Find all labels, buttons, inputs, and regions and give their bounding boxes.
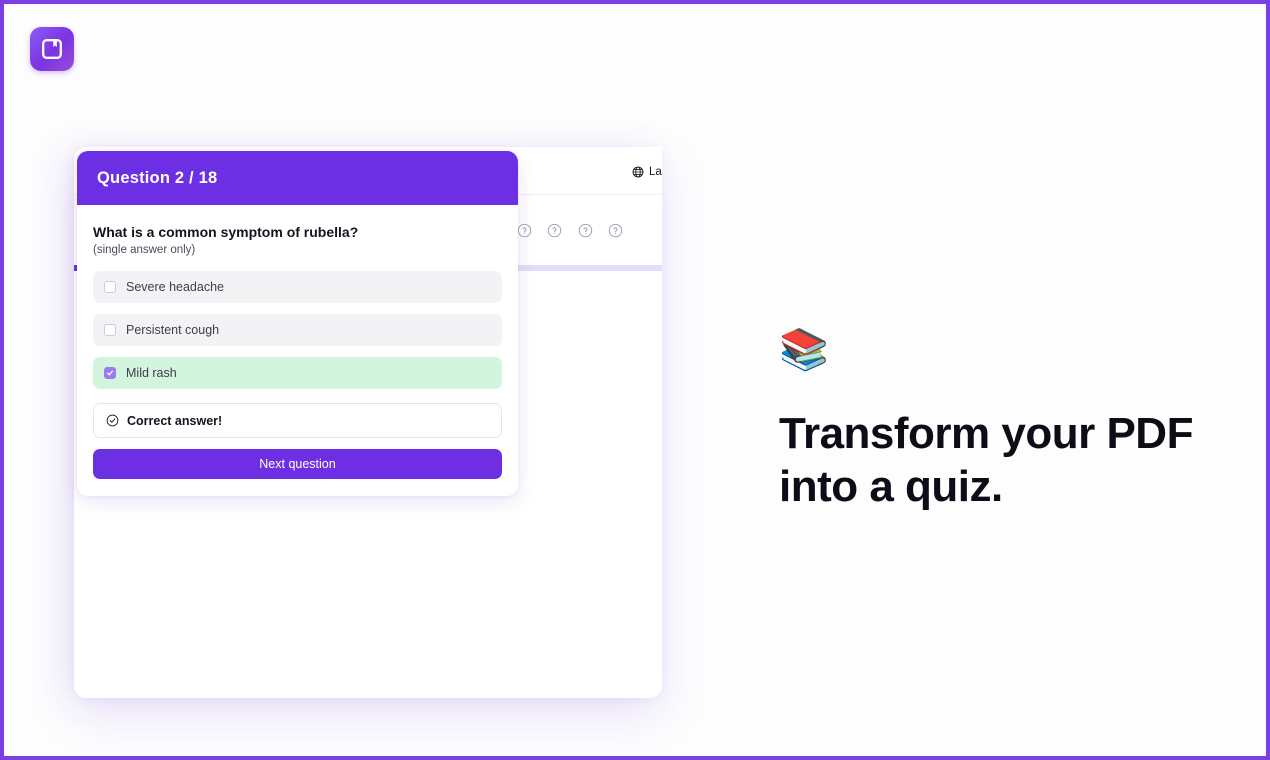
question-counter: Question 2 / 18 — [97, 168, 218, 187]
question-dot-pending[interactable] — [546, 222, 563, 239]
language-label: Lan — [649, 166, 662, 178]
circle-check-icon — [106, 414, 119, 427]
books-emoji-icon: 📚 — [779, 328, 829, 372]
checkbox-unchecked-icon[interactable] — [104, 281, 116, 294]
hero-heading: Transform your PDF into a quiz. — [779, 408, 1219, 514]
globe-icon — [632, 166, 644, 178]
page-root: Lan — [0, 0, 1270, 760]
next-question-button[interactable]: Next question — [93, 449, 502, 480]
quiz-card-header: Question 2 / 18 — [77, 151, 518, 205]
answer-option[interactable]: Persistent cough — [93, 314, 502, 347]
quiz-card-body: What is a common symptom of rubella? (si… — [77, 205, 518, 496]
question-hint: (single answer only) — [93, 244, 196, 257]
question-dot-pending[interactable] — [577, 222, 594, 239]
hero-heading-line-2: into a quiz. — [779, 461, 1003, 511]
answer-feedback-text: Correct answer! — [127, 413, 223, 428]
question-prompt: What is a common symptom of rubella? — [93, 224, 359, 240]
app-logo[interactable] — [30, 27, 74, 71]
answer-option-correct[interactable]: Mild rash — [93, 357, 502, 390]
hero-heading-line-1: Transform your PDF — [779, 409, 1193, 458]
book-bookmark-icon — [40, 37, 64, 61]
answer-option[interactable]: Severe headache — [93, 271, 502, 304]
checkbox-unchecked-icon[interactable] — [104, 324, 116, 337]
answer-option-label: Mild rash — [126, 366, 177, 381]
checkbox-checked-icon[interactable] — [104, 367, 116, 380]
answer-feedback-banner: Correct answer! — [93, 403, 502, 439]
question-dot-pending[interactable] — [607, 222, 624, 239]
hero-section: 📚 Transform your PDF into a quiz. — [779, 330, 1219, 514]
question-dot-pending[interactable] — [516, 222, 533, 239]
answer-option-label: Severe headache — [126, 280, 224, 295]
answer-option-label: Persistent cough — [126, 323, 220, 338]
language-switcher[interactable]: Lan — [632, 166, 662, 178]
quiz-card: Question 2 / 18 What is a common symptom… — [77, 151, 518, 497]
